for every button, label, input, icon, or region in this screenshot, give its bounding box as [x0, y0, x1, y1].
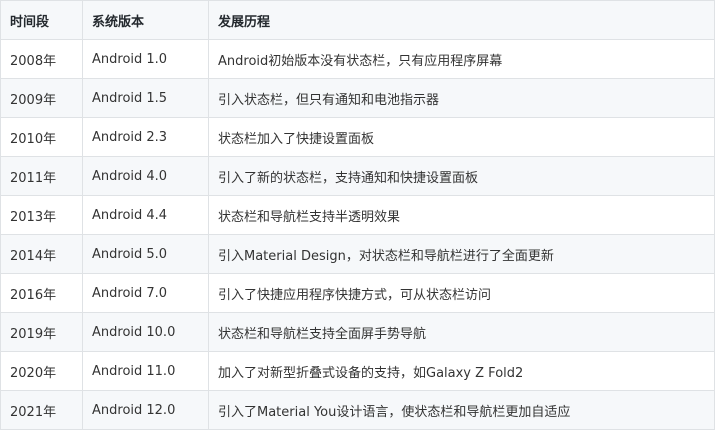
cell-version: Android 1.5 [82, 78, 209, 118]
cell-version: Android 4.0 [82, 156, 209, 196]
header-history: 发展历程 [208, 0, 715, 40]
header-period: 时间段 [0, 0, 83, 40]
cell-history: 引入了新的状态栏，支持通知和快捷设置面板 [208, 156, 715, 196]
table-row: 2011年 Android 4.0 引入了新的状态栏，支持通知和快捷设置面板 [0, 156, 715, 196]
table-row: 2008年 Android 1.0 Android初始版本没有状态栏，只有应用程… [0, 39, 715, 79]
cell-history: 状态栏和导航栏支持全面屏手势导航 [208, 312, 715, 352]
cell-period: 2010年 [0, 117, 83, 157]
table-row: 2019年 Android 10.0 状态栏和导航栏支持全面屏手势导航 [0, 312, 715, 352]
cell-version: Android 2.3 [82, 117, 209, 157]
android-statusbar-history-table-wrapper: 时间段 系统版本 发展历程 2008年 Android 1.0 Android初… [0, 0, 715, 430]
cell-version: Android 10.0 [82, 312, 209, 352]
cell-period: 2019年 [0, 312, 83, 352]
cell-history: 加入了对新型折叠式设备的支持，如Galaxy Z Fold2 [208, 351, 715, 391]
cell-version: Android 12.0 [82, 390, 209, 430]
cell-history: 引入状态栏，但只有通知和电池指示器 [208, 78, 715, 118]
cell-period: 2008年 [0, 39, 83, 79]
cell-period: 2011年 [0, 156, 83, 196]
cell-period: 2020年 [0, 351, 83, 391]
cell-version: Android 4.4 [82, 195, 209, 235]
table-row: 2021年 Android 12.0 引入了Material You设计语言，使… [0, 390, 715, 430]
cell-period: 2013年 [0, 195, 83, 235]
table-header: 时间段 系统版本 发展历程 [0, 0, 715, 40]
table-row: 2009年 Android 1.5 引入状态栏，但只有通知和电池指示器 [0, 78, 715, 118]
table-body: 2008年 Android 1.0 Android初始版本没有状态栏，只有应用程… [0, 39, 715, 430]
header-row: 时间段 系统版本 发展历程 [0, 0, 715, 40]
cell-period: 2016年 [0, 273, 83, 313]
cell-period: 2009年 [0, 78, 83, 118]
cell-history: 状态栏和导航栏支持半透明效果 [208, 195, 715, 235]
android-statusbar-history-table: 时间段 系统版本 发展历程 2008年 Android 1.0 Android初… [0, 0, 715, 430]
table-row: 2016年 Android 7.0 引入了快捷应用程序快捷方式，可从状态栏访问 [0, 273, 715, 313]
table-row: 2020年 Android 11.0 加入了对新型折叠式设备的支持，如Galax… [0, 351, 715, 391]
table-row: 2013年 Android 4.4 状态栏和导航栏支持半透明效果 [0, 195, 715, 235]
cell-history: Android初始版本没有状态栏，只有应用程序屏幕 [208, 39, 715, 79]
cell-history: 状态栏加入了快捷设置面板 [208, 117, 715, 157]
table-row: 2014年 Android 5.0 引入Material Design，对状态栏… [0, 234, 715, 274]
cell-history: 引入了快捷应用程序快捷方式，可从状态栏访问 [208, 273, 715, 313]
cell-version: Android 11.0 [82, 351, 209, 391]
cell-period: 2014年 [0, 234, 83, 274]
cell-history: 引入了Material You设计语言，使状态栏和导航栏更加自适应 [208, 390, 715, 430]
cell-history: 引入Material Design，对状态栏和导航栏进行了全面更新 [208, 234, 715, 274]
cell-period: 2021年 [0, 390, 83, 430]
table-row: 2010年 Android 2.3 状态栏加入了快捷设置面板 [0, 117, 715, 157]
header-version: 系统版本 [82, 0, 209, 40]
cell-version: Android 1.0 [82, 39, 209, 79]
cell-version: Android 7.0 [82, 273, 209, 313]
cell-version: Android 5.0 [82, 234, 209, 274]
